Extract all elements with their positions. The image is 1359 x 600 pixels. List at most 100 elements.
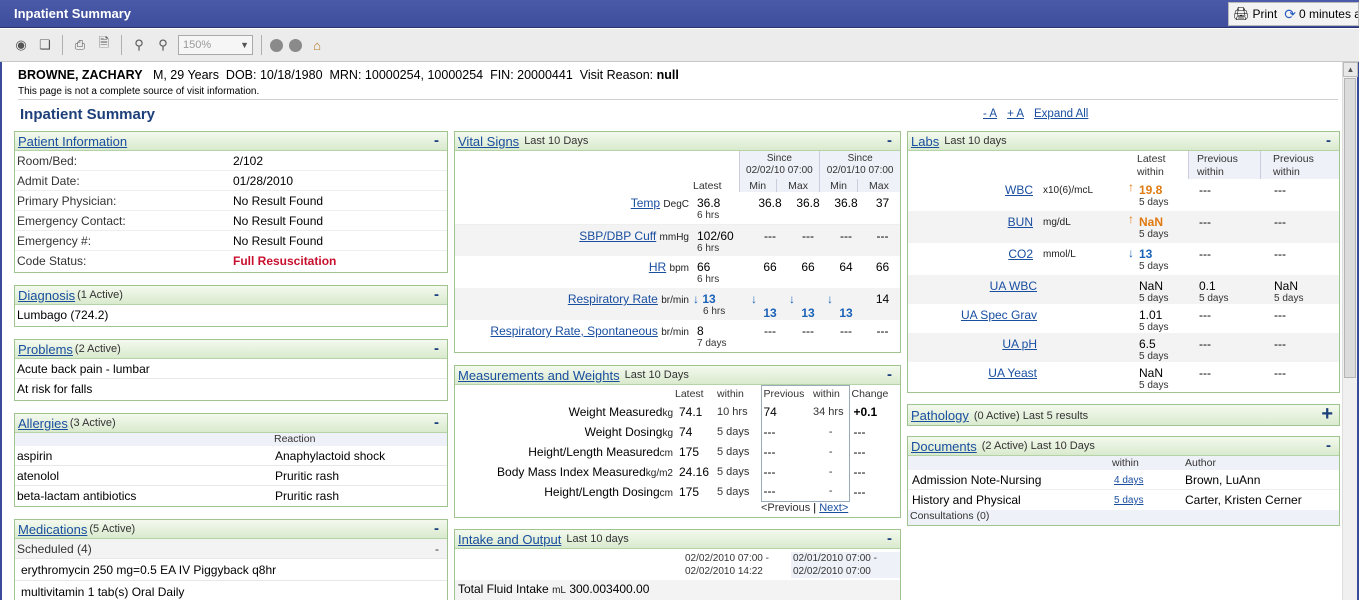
allergy-name: beta-lactam antibiotics: [17, 489, 137, 503]
lab-row: WBC x10(6)/mcL ↑ 19.8 5 days --- ---: [908, 179, 1339, 211]
zoom-select[interactable]: 150% ▼: [178, 35, 253, 55]
lab-previous: ---: [1199, 337, 1211, 351]
arrow-up-icon: ↑: [1128, 212, 1134, 226]
lab-previous-2: ---: [1274, 308, 1286, 322]
copy-icon[interactable]: ❏: [36, 36, 54, 54]
pathology-link[interactable]: Pathology: [911, 408, 969, 423]
expand-all-link[interactable]: Expand All: [1034, 108, 1088, 120]
lab-name-link[interactable]: UA Spec Grav: [961, 308, 1037, 322]
problems-link[interactable]: Problems: [18, 342, 73, 357]
measurements-link[interactable]: Measurements and Weights: [458, 368, 620, 383]
zoom-in-icon[interactable]: ⚲: [130, 36, 148, 54]
binoculars-icon[interactable]: ◉: [12, 36, 30, 54]
vital-name-link[interactable]: Respiratory Rate, Spontaneous: [490, 324, 657, 338]
print-preview-icon[interactable]: 🗎: [95, 35, 113, 54]
documents-link[interactable]: Documents: [911, 439, 977, 454]
collapse-icon[interactable]: -: [434, 340, 439, 357]
lab-ago: 5 days: [1139, 322, 1169, 333]
list-item: At risk for falls: [17, 382, 93, 396]
collapse-icon[interactable]: -: [434, 286, 439, 303]
collapse-icon[interactable]: -: [434, 132, 439, 149]
info-value: No Result Found: [233, 193, 324, 208]
lab-previous: ---: [1199, 308, 1211, 322]
printer-icon[interactable]: 🖨: [1233, 6, 1250, 22]
previous-link[interactable]: <Previous: [761, 502, 810, 514]
diagnosis-link[interactable]: Diagnosis: [18, 288, 75, 303]
banner-divider: [18, 99, 1338, 100]
table-row: Respiratory Rate, Spontaneous br/min 87 …: [455, 320, 900, 352]
home-icon[interactable]: ⌂: [308, 36, 326, 54]
lab-ago: 5 days: [1139, 197, 1169, 208]
panel-header: Documents (2 Active) Last 10 Days -: [908, 437, 1339, 456]
measure-previous: ---: [760, 421, 813, 442]
panel-header: Labs Last 10 days -: [908, 132, 1339, 151]
next-link[interactable]: Next>: [819, 502, 848, 514]
lab-name-cell: UA Yeast: [988, 366, 1037, 380]
patient-information-link[interactable]: Patient Information: [18, 134, 127, 149]
increase-font-link[interactable]: + A: [1007, 108, 1024, 120]
back-icon[interactable]: [270, 38, 283, 52]
lab-name-link[interactable]: UA WBC: [990, 279, 1037, 293]
measure-name: Body Mass Index Measured: [497, 464, 646, 479]
vertical-scrollbar[interactable]: ▲: [1342, 62, 1358, 600]
labs-link[interactable]: Labs: [911, 134, 939, 149]
lab-name-link[interactable]: UA pH: [1002, 337, 1037, 351]
vitals-table: Since 02/02/10 07:00 Since 02/01/10 07:00 …: [455, 151, 900, 192]
collapse-icon[interactable]: -: [1326, 132, 1331, 149]
collapse-icon[interactable]: -: [887, 366, 892, 383]
arrow-down-icon: ↓: [751, 292, 757, 306]
vital-name-link[interactable]: Temp: [631, 196, 660, 210]
vital-name-link[interactable]: SBP/DBP Cuff: [579, 229, 656, 243]
collapse-icon[interactable]: -: [434, 414, 439, 431]
print-icon[interactable]: ⎙: [71, 36, 89, 54]
allergy-row: atenolol Pruritic rash: [15, 466, 447, 486]
measure-name: Weight Measured: [568, 404, 663, 419]
vital-name-link[interactable]: HR: [649, 260, 666, 274]
dob-label: DOB:: [225, 68, 257, 82]
vital-max: 66: [875, 260, 890, 274]
info-value: 01/28/2010: [233, 173, 294, 188]
last-updated-label: 0 minutes ag: [1298, 7, 1358, 21]
lab-name-link[interactable]: WBC: [1005, 183, 1033, 197]
collapse-icon[interactable]: -: [434, 520, 439, 537]
panel-header: Problems (2 Active) -: [15, 340, 447, 359]
measure-change: +0.1: [853, 404, 878, 419]
medications-link[interactable]: Medications: [18, 522, 87, 537]
lab-name-link[interactable]: BUN: [1008, 215, 1033, 229]
info-label: Emergency Contact:: [17, 213, 126, 228]
print-button[interactable]: Print: [1253, 7, 1278, 21]
intake-col-1: 02/02/2010 07:00 - 02/02/2010 14:22: [685, 552, 769, 578]
lab-name-cell: WBC: [1005, 183, 1033, 197]
vital-unit: DegC: [663, 199, 689, 210]
document-within-link[interactable]: 4 days: [1114, 475, 1143, 486]
vital-signs-link[interactable]: Vital Signs: [458, 134, 519, 149]
document-within-link[interactable]: 5 days: [1114, 495, 1143, 506]
zoom-out-icon[interactable]: ⚲: [154, 36, 172, 54]
collapse-icon[interactable]: -: [435, 542, 439, 556]
lab-name-link[interactable]: UA Yeast: [988, 366, 1037, 380]
expand-icon[interactable]: +: [1321, 405, 1333, 425]
collapse-icon[interactable]: -: [1326, 437, 1331, 454]
measure-change: ---: [853, 464, 866, 479]
refresh-icon[interactable]: ⟳: [1284, 6, 1296, 23]
forward-icon[interactable]: [289, 38, 302, 52]
mrn-label: MRN:: [329, 68, 362, 82]
measurements-range: Last 10 Days: [624, 369, 689, 381]
labs-prev2-header: Previous within: [1260, 151, 1339, 179]
scrollbar-thumb[interactable]: [1344, 78, 1356, 378]
intake-range-end: 02/02/2010 14:22: [685, 566, 763, 577]
document-name: Admission Note-Nursing: [912, 473, 1042, 487]
patient-information-panel: Patient Information - Room/Bed: 2/102 Adm…: [14, 131, 448, 273]
lab-name-link[interactable]: CO2: [1008, 247, 1033, 261]
max-header: Max: [775, 179, 820, 192]
collapse-icon[interactable]: -: [887, 530, 892, 547]
allergies-link[interactable]: Allergies: [18, 416, 68, 431]
vital-name-link[interactable]: Respiratory Rate: [568, 292, 658, 306]
page-title: Inpatient Summary: [20, 106, 156, 123]
scroll-up-icon[interactable]: ▲: [1343, 62, 1358, 77]
decrease-font-link[interactable]: - A: [983, 108, 997, 120]
intake-output-link[interactable]: Intake and Output: [458, 532, 561, 547]
arrow-up-icon: ↑: [1128, 180, 1134, 194]
collapse-icon[interactable]: -: [887, 132, 892, 149]
problems-panel: Problems (2 Active) - Acute back pain - …: [14, 339, 448, 401]
